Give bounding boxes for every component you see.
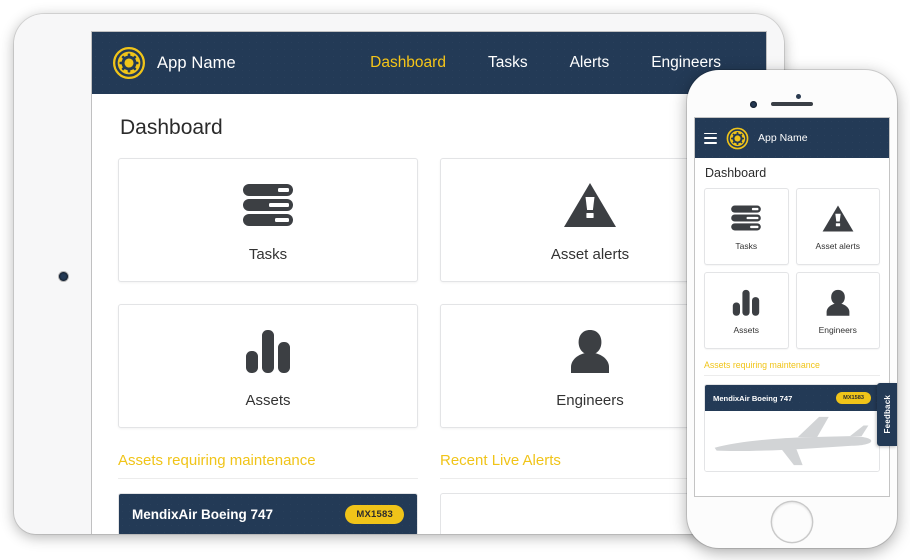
phone-tile-grid: Tasks Asset alerts Assets Engineers <box>704 188 880 349</box>
tablet-main-nav: Dashboard Tasks Alerts Engineers <box>349 54 766 72</box>
phone-speaker-icon <box>771 102 813 106</box>
tile-label: Engineers <box>556 391 624 409</box>
phone-screen: App Name Dashboard Tasks Asset alerts As… <box>695 118 889 496</box>
tile-label: Tasks <box>248 245 288 263</box>
tablet-app-bar: App Name Dashboard Tasks Alerts Engineer… <box>92 32 766 94</box>
tile-tasks[interactable]: Tasks <box>118 158 418 282</box>
section-assets-requiring-maintenance: Assets requiring maintenance MendixAir B… <box>118 452 418 534</box>
server-stack-icon <box>730 202 762 234</box>
page-title: Dashboard <box>705 166 767 180</box>
asset-list-item[interactable]: MendixAir Boeing 747 MX1583 <box>118 493 418 534</box>
brand-name: App Name <box>758 132 808 144</box>
tablet-camera-icon <box>59 272 68 281</box>
tile-asset-alerts[interactable]: Asset alerts <box>795 188 880 265</box>
tile-engineers[interactable]: Engineers <box>795 272 880 349</box>
phone-app-bar: App Name <box>695 118 889 158</box>
tablet-brand[interactable]: App Name <box>92 46 236 80</box>
tile-label: Asset alerts <box>815 241 860 251</box>
phone-page-body: Dashboard Tasks Asset alerts Assets Engi… <box>695 158 889 472</box>
asset-item-header: MendixAir Boeing 747 MX1583 <box>119 494 417 534</box>
server-stack-icon <box>241 178 295 232</box>
person-icon <box>565 324 615 378</box>
tile-assets[interactable]: Assets <box>118 304 418 428</box>
phone-sensor-icon <box>796 94 801 99</box>
airplane-silhouette-icon <box>714 416 872 466</box>
asset-item-header: MendixAir Boeing 747 MX1583 <box>705 385 879 411</box>
nav-item-engineers[interactable]: Engineers <box>630 54 742 72</box>
asset-list-item[interactable]: MendixAir Boeing 747 MX1583 <box>704 384 880 472</box>
tablet-screen: App Name Dashboard Tasks Alerts Engineer… <box>92 32 766 534</box>
devices-stage: App Name Dashboard Tasks Alerts Engineer… <box>0 0 910 560</box>
gear-cog-icon <box>112 46 146 80</box>
tablet-lists: Assets requiring maintenance MendixAir B… <box>118 452 740 534</box>
hamburger-menu-icon[interactable] <box>704 132 717 144</box>
tile-label: Assets <box>245 391 291 409</box>
asset-item-image <box>705 411 879 471</box>
brand-name: App Name <box>157 53 236 72</box>
warning-triangle-icon <box>822 202 854 234</box>
tile-assets[interactable]: Assets <box>704 272 789 349</box>
feedback-tab[interactable]: Feedback <box>877 383 897 446</box>
tile-label: Tasks <box>735 241 758 251</box>
tile-label: Engineers <box>818 325 857 335</box>
page-title: Dashboard <box>120 116 223 139</box>
bar-chart-icon <box>731 286 761 318</box>
nav-item-tasks[interactable]: Tasks <box>467 54 549 72</box>
tablet-page-body: Dashboard Tasks Asset alerts Assets Engi… <box>92 94 766 534</box>
section-title: Assets requiring maintenance <box>704 360 880 376</box>
phone-camera-icon <box>750 101 757 108</box>
section-title: Assets requiring maintenance <box>118 452 418 479</box>
nav-item-dashboard[interactable]: Dashboard <box>349 54 467 72</box>
asset-item-name: MendixAir Boeing 747 <box>132 507 274 522</box>
warning-triangle-icon <box>563 178 617 232</box>
status-badge: MX1583 <box>836 392 871 404</box>
tile-label: Asset alerts <box>550 245 630 263</box>
feedback-tab-label: Feedback <box>882 395 892 434</box>
tile-tasks[interactable]: Tasks <box>704 188 789 265</box>
tablet-tile-grid: Tasks Asset alerts Assets Engineers <box>118 158 740 428</box>
person-icon <box>823 286 853 318</box>
status-badge: MX1583 <box>345 505 404 524</box>
bar-chart-icon <box>243 324 293 378</box>
gear-cog-icon <box>726 127 749 149</box>
nav-item-alerts[interactable]: Alerts <box>549 54 631 72</box>
phone-home-button[interactable] <box>772 502 812 542</box>
asset-item-name: MendixAir Boeing 747 <box>713 393 793 403</box>
tile-label: Assets <box>733 325 759 335</box>
phone-device: App Name Dashboard Tasks Asset alerts As… <box>687 70 897 548</box>
tablet-device: App Name Dashboard Tasks Alerts Engineer… <box>14 14 784 534</box>
